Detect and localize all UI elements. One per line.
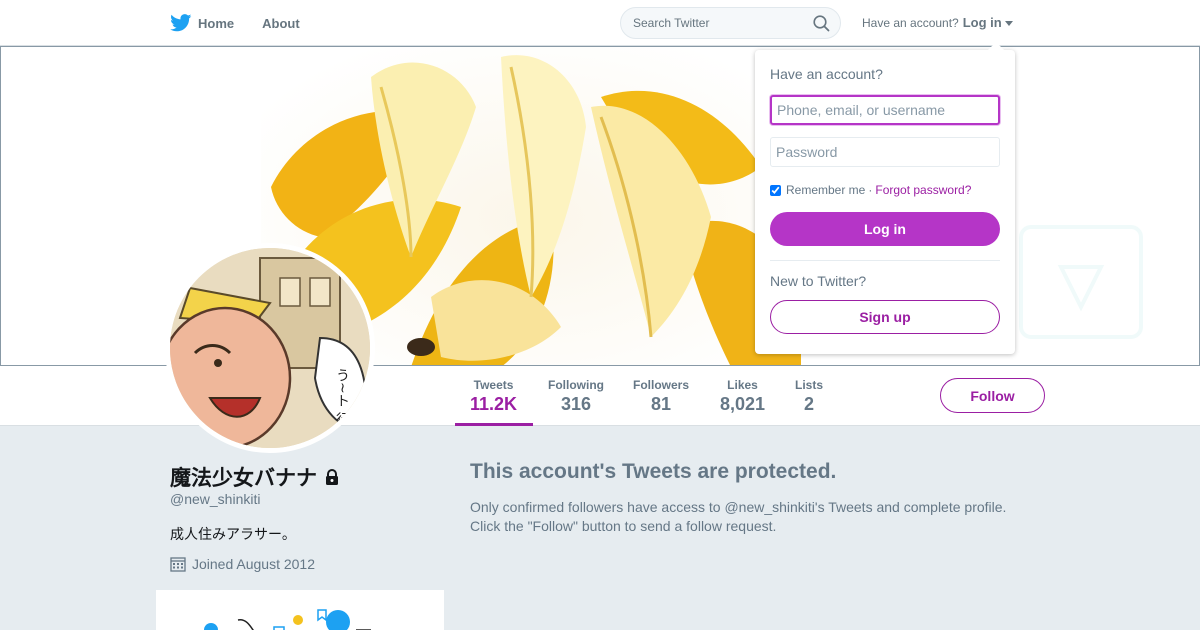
new-to-twitter-prompt: New to Twitter? bbox=[770, 273, 867, 289]
nav-home-link[interactable]: Home bbox=[170, 14, 234, 32]
active-tab-underline bbox=[455, 423, 533, 426]
protected-description: Only confirmed followers have access to … bbox=[470, 498, 1030, 536]
search-box bbox=[620, 7, 841, 39]
nav-about-link[interactable]: About bbox=[262, 16, 300, 31]
stat-label: Followers bbox=[633, 378, 690, 392]
protected-line-2: Click the "Follow" button to send a foll… bbox=[470, 518, 777, 534]
remember-checkbox[interactable] bbox=[770, 184, 781, 196]
joined-text: Joined August 2012 bbox=[192, 556, 315, 572]
stat-value: 11.2K bbox=[470, 394, 518, 414]
stat-tweets[interactable]: Tweets 11.2K bbox=[470, 378, 517, 415]
profile-handle[interactable]: @new_shinkiti bbox=[170, 491, 260, 507]
signup-button[interactable]: Sign up bbox=[770, 300, 1000, 334]
top-nav-bar: Home About Have an account? Log in bbox=[0, 0, 1200, 46]
stat-followers[interactable]: Followers 81 bbox=[633, 378, 689, 415]
avatar-caption: う~ト 行きたい bbox=[334, 368, 350, 448]
username-field[interactable] bbox=[770, 95, 1000, 125]
stat-value: 81 bbox=[650, 394, 672, 414]
login-dropdown: Have an account? Remember me · Forgot pa… bbox=[755, 42, 1015, 354]
calendar-icon bbox=[170, 557, 186, 572]
forgot-password-link[interactable]: Forgot password? bbox=[875, 183, 971, 197]
avatar-image: う~ト 行きたい bbox=[170, 248, 370, 448]
protected-line-1: Only confirmed followers have access to … bbox=[470, 499, 1007, 515]
remember-separator: · bbox=[868, 183, 873, 197]
caret-down-icon[interactable] bbox=[1004, 21, 1013, 26]
lock-icon bbox=[326, 469, 338, 485]
remember-label[interactable]: Remember me bbox=[786, 183, 865, 197]
search-input[interactable] bbox=[621, 8, 801, 38]
media-card[interactable] bbox=[156, 590, 444, 630]
stat-label: Likes bbox=[727, 378, 758, 392]
dropdown-arrow bbox=[988, 42, 1004, 50]
login-button[interactable]: Log in bbox=[770, 212, 1000, 246]
profile-joined: Joined August 2012 bbox=[170, 556, 315, 572]
stat-following[interactable]: Following 316 bbox=[548, 378, 604, 415]
stat-label: Following bbox=[548, 378, 604, 392]
stat-value: 2 bbox=[804, 394, 815, 414]
twitter-bird-icon bbox=[170, 14, 192, 32]
stat-value: 8,021 bbox=[720, 394, 766, 414]
stat-label: Tweets bbox=[473, 378, 514, 392]
stat-value: 316 bbox=[560, 394, 592, 414]
avatar-illustration: う~ト 行きたい bbox=[170, 248, 370, 448]
nav-home-label: Home bbox=[198, 15, 235, 31]
follow-button[interactable]: Follow bbox=[940, 378, 1045, 413]
account-prompt: Have an account? bbox=[862, 15, 959, 30]
dropdown-divider bbox=[770, 260, 1000, 261]
watermark-graphic bbox=[1019, 225, 1143, 339]
search-icon[interactable] bbox=[813, 15, 830, 32]
password-field[interactable] bbox=[770, 137, 1000, 167]
nav-left-group: Home About bbox=[170, 0, 328, 46]
stat-label: Lists bbox=[795, 378, 824, 392]
dropdown-title: Have an account? bbox=[770, 66, 883, 82]
profile-name: 魔法少女バナナ bbox=[170, 462, 341, 492]
profile-bio: 成人住みアラサー。 bbox=[170, 526, 296, 542]
protected-title: This account's Tweets are protected. bbox=[470, 460, 837, 483]
remember-row: Remember me · Forgot password? bbox=[770, 183, 971, 197]
profile-name-text: 魔法少女バナナ bbox=[170, 467, 317, 490]
stat-lists[interactable]: Lists 2 bbox=[795, 378, 823, 415]
stat-likes[interactable]: Likes 8,021 bbox=[720, 378, 765, 415]
avatar[interactable]: う~ト 行きたい bbox=[165, 243, 375, 453]
account-menu: Have an account? Log in bbox=[862, 15, 1013, 30]
login-link[interactable]: Log in bbox=[963, 15, 1002, 30]
media-preview-graphic bbox=[204, 609, 371, 630]
